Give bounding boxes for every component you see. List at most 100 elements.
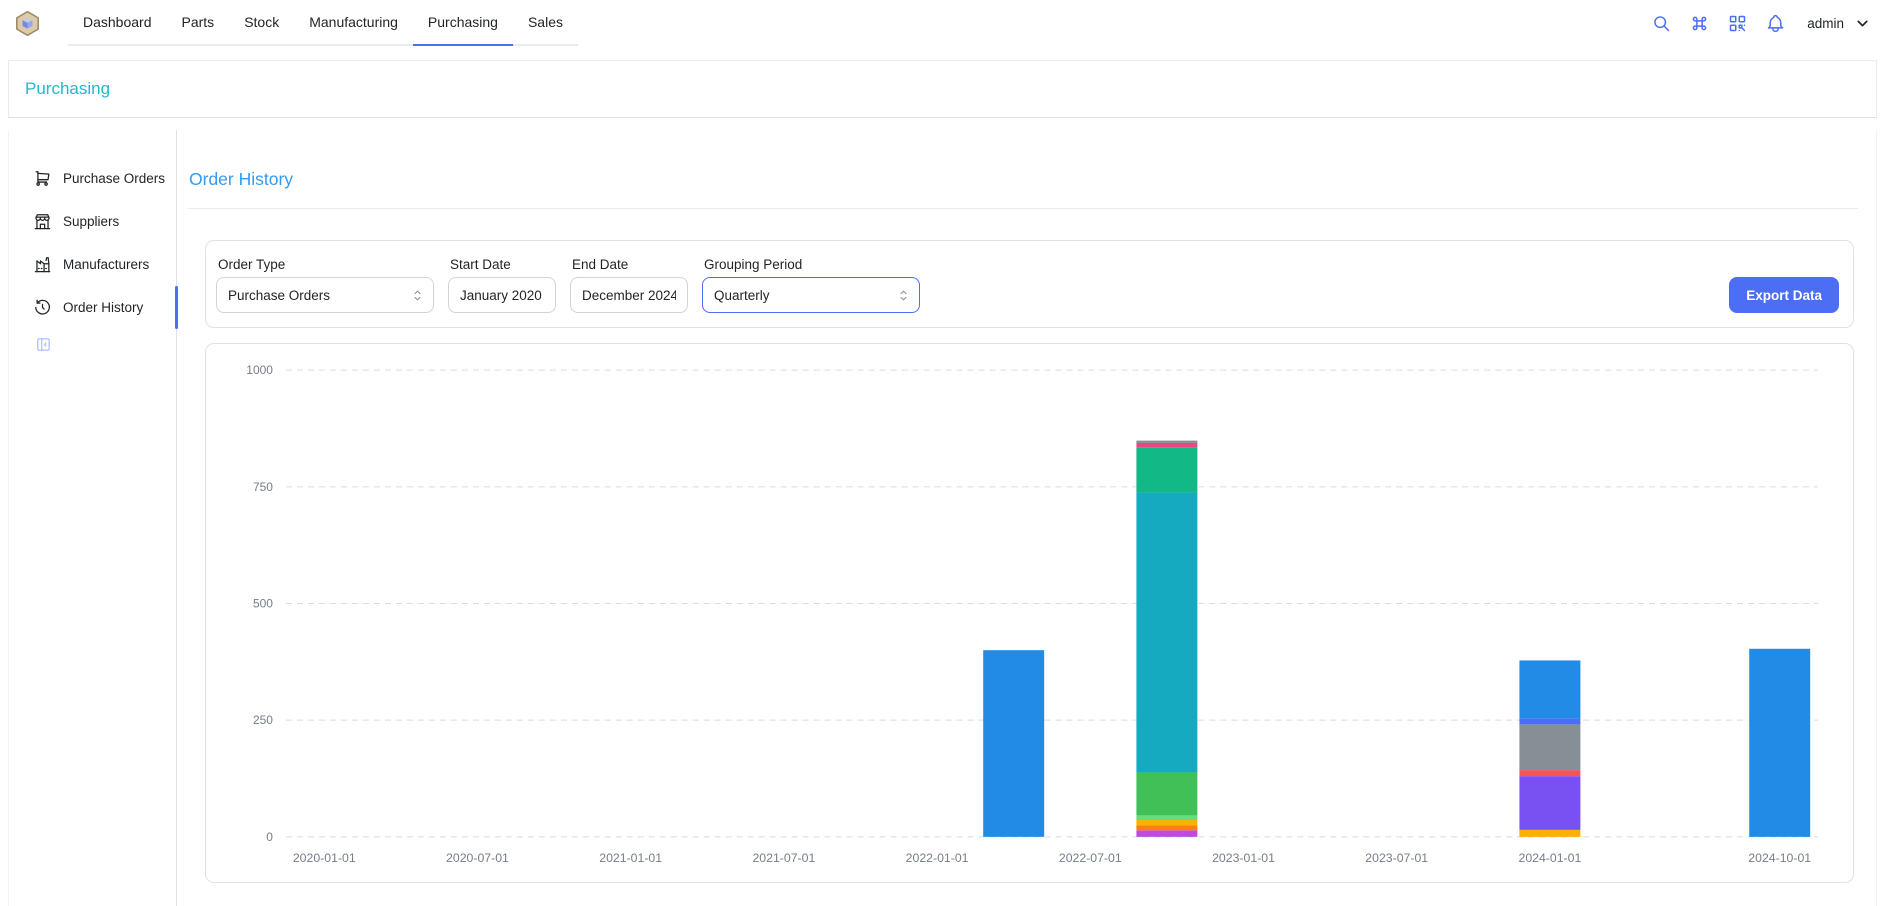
bar-segment[interactable]: [1136, 492, 1197, 772]
command-button[interactable]: [1683, 7, 1715, 39]
bar-stack-2024-01-01[interactable]: [1519, 660, 1580, 836]
nav-tab-manufacturing[interactable]: Manufacturing: [294, 0, 413, 46]
search-button[interactable]: [1645, 7, 1677, 39]
qr-code-button[interactable]: [1721, 7, 1753, 39]
bar-segment[interactable]: [1136, 830, 1197, 837]
end-date-input[interactable]: [570, 277, 688, 313]
bar-segment[interactable]: [1749, 649, 1810, 837]
x-tick-label: 2023-01-01: [1212, 851, 1275, 865]
grouping-period-field: Grouping Period Quarterly: [702, 257, 920, 313]
main-nav: DashboardPartsStockManufacturingPurchasi…: [68, 0, 578, 46]
order-type-field: Order Type Purchase Orders: [216, 257, 434, 313]
order-type-select[interactable]: Purchase Orders: [216, 277, 434, 313]
bar-stack-2022-10-01[interactable]: [1136, 441, 1197, 837]
end-date-field: End Date: [570, 257, 688, 313]
qr-code-icon: [1727, 13, 1748, 34]
breadcrumb-panel: Purchasing: [8, 60, 1877, 118]
y-tick-label: 0: [266, 830, 273, 844]
sidebar-list: Purchase Orders Suppliers Manufacturers Ord…: [9, 157, 176, 329]
building-store-icon: [33, 212, 52, 231]
y-tick-label: 250: [253, 713, 273, 727]
filter-card: Order Type Purchase Orders Start Date En…: [205, 240, 1854, 328]
main-panel: Order History Order Type Purchase Orders…: [177, 130, 1876, 906]
bar-segment[interactable]: [1519, 724, 1580, 770]
bell-button[interactable]: [1759, 7, 1791, 39]
order-type-value: Purchase Orders: [228, 288, 410, 303]
bar-segment[interactable]: [1519, 776, 1580, 830]
x-tick-label: 2024-01-01: [1518, 851, 1581, 865]
x-tick-label: 2020-07-01: [446, 851, 509, 865]
bar-segment[interactable]: [1519, 660, 1580, 718]
start-date-input[interactable]: [448, 277, 556, 313]
chevron-down-icon: [1854, 15, 1871, 32]
sidebar-item-label: Manufacturers: [63, 257, 149, 272]
bell-icon: [1765, 13, 1786, 34]
sidebar: Purchase Orders Suppliers Manufacturers Ord…: [9, 130, 177, 906]
bar-segment[interactable]: [1136, 825, 1197, 830]
sidebar-item-purchase-orders[interactable]: Purchase Orders: [9, 157, 176, 200]
nav-tab-stock[interactable]: Stock: [229, 0, 294, 46]
factory-icon: [33, 255, 52, 274]
sidebar-item-label: Purchase Orders: [63, 171, 165, 186]
inventree-logo: [10, 0, 44, 46]
y-tick-label: 750: [253, 480, 273, 494]
x-tick-label: 2021-01-01: [599, 851, 662, 865]
bar-segment[interactable]: [1519, 718, 1580, 724]
x-tick-label: 2022-01-01: [906, 851, 969, 865]
grouping-period-label: Grouping Period: [704, 257, 920, 272]
sidebar-item-suppliers[interactable]: Suppliers: [9, 200, 176, 243]
username-label: admin: [1807, 16, 1844, 31]
order-type-label: Order Type: [218, 257, 434, 272]
y-tick-label: 1000: [246, 363, 273, 377]
command-icon: [1689, 13, 1710, 34]
x-tick-label: 2023-07-01: [1365, 851, 1428, 865]
breadcrumb[interactable]: Purchasing: [25, 79, 110, 99]
page-title: Order History: [189, 169, 1876, 190]
bar-segment[interactable]: [1136, 441, 1197, 443]
x-tick-label: 2021-07-01: [752, 851, 815, 865]
bar-segment[interactable]: [1519, 770, 1580, 776]
x-tick-label: 2022-07-01: [1059, 851, 1122, 865]
selector-icon: [896, 288, 911, 303]
grouping-period-value: Quarterly: [714, 288, 896, 303]
order-history-chart: 0 250 500 750 1000 2020-01-01 2020-07-01 2021-0…: [206, 344, 1853, 882]
x-tick-label: 2024-10-01: [1748, 851, 1811, 865]
x-tick-label: 2020-01-01: [293, 851, 356, 865]
app-header: DashboardPartsStockManufacturingPurchasi…: [0, 0, 1885, 46]
bar-segment[interactable]: [1136, 772, 1197, 815]
bar-segment[interactable]: [1136, 820, 1197, 825]
sidebar-item-label: Suppliers: [63, 214, 119, 229]
sidebar-item-manufacturers[interactable]: Manufacturers: [9, 243, 176, 286]
start-date-field: Start Date: [448, 257, 556, 313]
bar-segment[interactable]: [1519, 830, 1580, 837]
sidebar-item-label: Order History: [63, 300, 143, 315]
end-date-label: End Date: [572, 257, 688, 272]
nav-tab-parts[interactable]: Parts: [167, 0, 230, 46]
bar-stack-2022-04-01[interactable]: [983, 650, 1044, 837]
history-icon: [33, 298, 52, 317]
y-tick-label: 500: [253, 597, 273, 611]
sidebar-active-indicator: [175, 286, 178, 329]
content-panel: Purchase Orders Suppliers Manufacturers Ord…: [8, 130, 1877, 906]
sidebar-item-order-history[interactable]: Order History: [9, 286, 176, 329]
nav-tab-purchasing[interactable]: Purchasing: [413, 0, 513, 46]
user-menu[interactable]: admin: [1807, 15, 1871, 32]
selector-icon: [410, 288, 425, 303]
sidebar-collapse-button[interactable]: [35, 336, 52, 356]
grouping-period-select[interactable]: Quarterly: [702, 277, 920, 313]
nav-tab-dashboard[interactable]: Dashboard: [68, 0, 167, 46]
bar-segment[interactable]: [1136, 443, 1197, 447]
chart-card: 0 250 500 750 1000 2020-01-01 2020-07-01 2021-0…: [205, 343, 1854, 883]
search-icon: [1651, 13, 1672, 34]
header-actions: admin: [1645, 0, 1875, 46]
bar-segment[interactable]: [1136, 447, 1197, 492]
divider: [188, 208, 1858, 209]
start-date-label: Start Date: [450, 257, 556, 272]
shopping-cart-icon: [33, 169, 52, 188]
bar-segment[interactable]: [1136, 815, 1197, 820]
nav-tab-sales[interactable]: Sales: [513, 0, 578, 46]
export-data-button[interactable]: Export Data: [1729, 277, 1839, 313]
panel-collapse-icon: [35, 341, 52, 356]
bar-segment[interactable]: [983, 650, 1044, 837]
bar-stack-2024-10-01[interactable]: [1749, 649, 1810, 837]
